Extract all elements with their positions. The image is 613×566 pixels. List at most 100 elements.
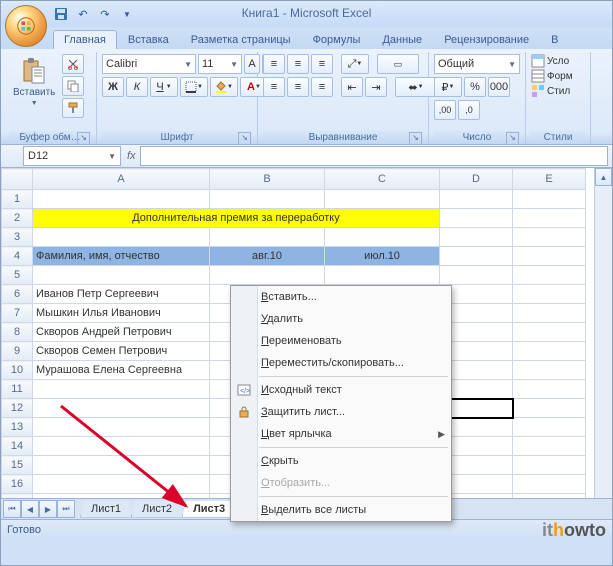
align-bottom-button[interactable]: ≡ (311, 54, 333, 74)
col-header-C[interactable]: C (325, 169, 440, 190)
tab-formulas[interactable]: Формулы (302, 30, 372, 49)
align-middle-button[interactable]: ≡ (287, 54, 309, 74)
row-header[interactable]: 4 (2, 247, 33, 266)
row-header[interactable]: 2 (2, 209, 33, 228)
col-header-E[interactable]: E (513, 169, 586, 190)
percent-button[interactable]: % (464, 77, 486, 97)
font-name-combo[interactable]: Calibri▼ (102, 54, 196, 74)
conditional-formatting-button[interactable]: Усло (531, 54, 569, 68)
context-menu-item[interactable]: Скрыть (231, 450, 451, 472)
context-menu-item[interactable]: Вставить... (231, 286, 451, 308)
redo-icon[interactable]: ↷ (97, 6, 113, 22)
orientation-button[interactable]: ⤢▼ (341, 54, 369, 74)
row-header[interactable]: 15 (2, 456, 33, 475)
format-table-button[interactable]: Форм (531, 69, 573, 83)
row-header[interactable]: 3 (2, 228, 33, 247)
row-header[interactable]: 8 (2, 323, 33, 342)
underline-button[interactable]: Ч▼ (150, 77, 178, 97)
tab-data[interactable]: Данные (371, 30, 433, 49)
accounting-button[interactable]: ₽▼ (434, 77, 462, 97)
format-painter-button[interactable] (62, 98, 84, 118)
context-menu-label: Выделить все листы (261, 504, 366, 516)
col-header-B[interactable]: B (210, 169, 325, 190)
row-header[interactable]: 11 (2, 380, 33, 399)
copy-button[interactable] (62, 76, 84, 96)
wrap-text-button[interactable]: ▭ (377, 54, 419, 74)
sheet-tab[interactable]: Лист2 (131, 501, 183, 518)
merged-title-cell[interactable]: Дополнительная премия за переработку (33, 209, 440, 228)
scroll-up-icon[interactable]: ▲ (595, 168, 612, 186)
sheet-nav-prev[interactable]: ◀ (21, 500, 39, 518)
qat-dropdown-icon[interactable]: ▼ (119, 6, 135, 22)
align-left-button[interactable]: ≡ (263, 77, 285, 97)
sheet-context-menu: Вставить...Удалить Переименовать Перемести… (230, 285, 452, 522)
paste-label: Вставить (13, 87, 55, 98)
submenu-arrow-icon: ▶ (438, 429, 445, 440)
row-header[interactable]: 7 (2, 304, 33, 323)
select-all-corner[interactable] (2, 169, 33, 190)
tab-home[interactable]: Главная (53, 30, 117, 49)
align-center-button[interactable]: ≡ (287, 77, 309, 97)
tab-layout[interactable]: Разметка страницы (180, 30, 302, 49)
cell[interactable]: Фамилия, имя, отчество (33, 247, 210, 266)
bold-button[interactable]: Ж (102, 77, 124, 97)
undo-icon[interactable]: ↶ (75, 6, 91, 22)
border-button[interactable]: ▼ (180, 77, 208, 97)
formula-bar[interactable] (140, 146, 608, 166)
align-right-button[interactable]: ≡ (311, 77, 333, 97)
tab-view[interactable]: В (540, 30, 569, 49)
row-header[interactable]: 5 (2, 266, 33, 285)
context-menu-item[interactable]: </>Исходный текст (231, 379, 451, 401)
dialog-launcher-icon[interactable]: ↘ (409, 132, 422, 145)
context-menu-item[interactable]: Удалить (231, 308, 451, 330)
group-number: Общий▼ ₽▼ % 000 ,00 ,0 Число↘ (429, 52, 526, 144)
save-icon[interactable] (53, 6, 69, 22)
row-header[interactable]: 14 (2, 437, 33, 456)
paste-button[interactable]: Вставить ▼ (9, 54, 59, 110)
name-box[interactable]: D12▼ (23, 146, 121, 166)
sheet-tab-active[interactable]: Лист3 (182, 501, 236, 518)
lock-icon (235, 403, 253, 421)
increase-decimal-button[interactable]: ,00 (434, 100, 456, 120)
vertical-scrollbar[interactable]: ▲ (594, 168, 612, 498)
tab-insert[interactable]: Вставка (117, 30, 180, 49)
context-menu-label: Переименовать (261, 335, 342, 347)
dialog-launcher-icon[interactable]: ↘ (238, 132, 251, 145)
context-menu-item[interactable]: Переименовать (231, 330, 451, 352)
align-top-button[interactable]: ≡ (263, 54, 285, 74)
cut-button[interactable] (62, 54, 84, 74)
row-header[interactable]: 16 (2, 475, 33, 494)
context-menu-item[interactable]: Переместить/скопировать... (231, 352, 451, 374)
sheet-tab[interactable]: Лист1 (80, 501, 132, 518)
context-menu-item[interactable]: Защитить лист... (231, 401, 451, 423)
fx-icon[interactable]: fx (127, 150, 136, 162)
italic-button[interactable]: К (126, 77, 148, 97)
row-header[interactable]: 12 (2, 399, 33, 418)
col-header-D[interactable]: D (440, 169, 513, 190)
office-button[interactable] (5, 5, 47, 47)
font-size-combo[interactable]: 11▼ (198, 54, 242, 74)
col-header-A[interactable]: A (33, 169, 210, 190)
row-header[interactable]: 13 (2, 418, 33, 437)
font-group-label: Шрифт↘ (102, 131, 252, 144)
number-format-combo[interactable]: Общий▼ (434, 54, 520, 74)
row-header[interactable]: 9 (2, 342, 33, 361)
dialog-launcher-icon[interactable]: ↘ (506, 132, 519, 145)
row-header[interactable]: 6 (2, 285, 33, 304)
sheet-nav-next[interactable]: ▶ (39, 500, 57, 518)
context-menu-item[interactable]: Цвет ярлычка▶ (231, 423, 451, 445)
fill-color-button[interactable]: ▼ (210, 77, 238, 97)
sheet-nav-last[interactable]: ⏭ (57, 500, 75, 518)
cell-styles-button[interactable]: Стил (531, 84, 570, 98)
increase-indent-button[interactable]: ⇥ (365, 77, 387, 97)
comma-button[interactable]: 000 (488, 77, 510, 97)
row-header[interactable]: 1 (2, 190, 33, 209)
dialog-launcher-icon[interactable]: ↘ (77, 132, 90, 145)
decrease-indent-button[interactable]: ⇤ (341, 77, 363, 97)
row-header[interactable]: 10 (2, 361, 33, 380)
tab-review[interactable]: Рецензирование (433, 30, 540, 49)
decrease-decimal-button[interactable]: ,0 (458, 100, 480, 120)
sheet-nav-first[interactable]: ⏮ (3, 500, 21, 518)
blank-icon (235, 332, 253, 350)
context-menu-item[interactable]: Выделить все листы (231, 499, 451, 521)
